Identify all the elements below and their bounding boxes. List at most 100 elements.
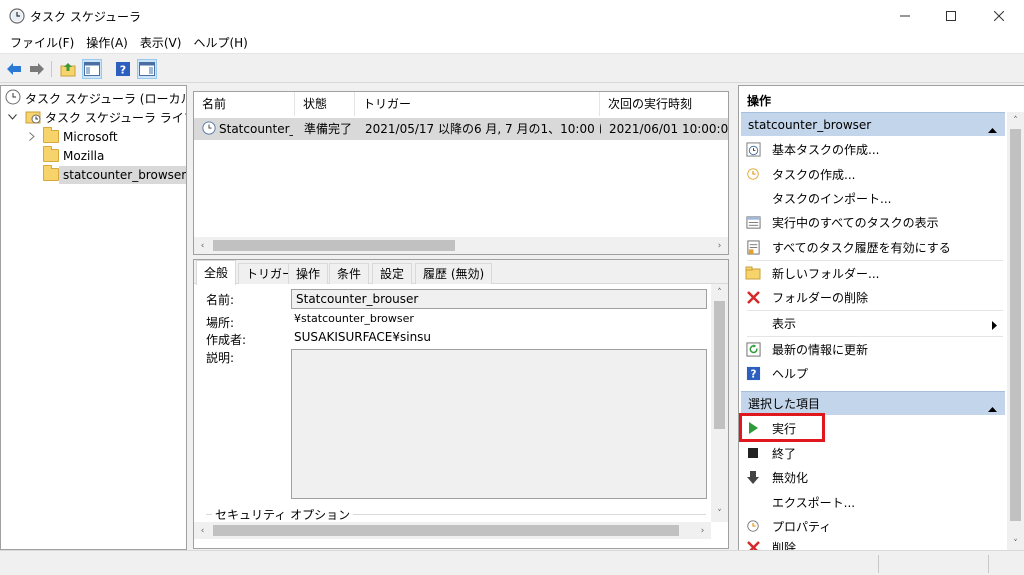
action-export[interactable]: エクスポート... [745,490,1003,514]
action-label: 終了 [772,446,797,461]
scroll-left-arrow[interactable]: ‹ [194,237,211,254]
actions-pane: 操作 statcounter_browser 基本タスクの作成... タスクの作… [738,85,1024,552]
folder-icon [43,165,59,181]
collapse-icon[interactable] [988,401,997,415]
location-value: ¥statcounter_browser [294,312,414,325]
tab-general[interactable]: 全般 [196,260,237,285]
console-tree: タスク スケジューラ (ローカル) タスク スケジューラ ライブラリ Micro… [0,85,187,550]
section-header-statcounter-browser[interactable]: statcounter_browser [741,112,1005,136]
action-delete-folder[interactable]: フォルダーの削除 [745,285,1003,309]
action-label: 基本タスクの作成... [772,142,880,157]
name-field[interactable]: Statcounter_brouser [291,289,707,309]
delete-x-icon [745,289,761,305]
action-disable[interactable]: 無効化 [745,465,1003,489]
vertical-scrollbar[interactable]: ˄ ˅ [1007,112,1024,552]
menu-file[interactable]: ファイル(F) [4,32,80,54]
action-label: すべてのタスク履歴を有効にする [772,240,951,255]
submenu-arrow-icon [992,319,997,333]
cell-next-run: 2021/06/01 10:00:00 [609,122,728,136]
action-new-folder[interactable]: 新しいフォルダー... [745,261,1003,285]
menu-view[interactable]: 表示(V) [134,32,188,54]
library-folder-icon [25,108,41,127]
action-display-running-tasks[interactable]: 実行中のすべてのタスクの表示 [745,210,1003,234]
help-button[interactable]: ? [113,59,133,79]
tree-item-root[interactable]: タスク スケジューラ (ローカル) [5,89,187,108]
horizontal-scrollbar[interactable]: ‹ › [194,237,728,254]
location-label: 場所: [206,316,235,330]
scroll-thumb[interactable] [213,525,679,536]
vertical-scrollbar[interactable]: ˄ ˅ [711,284,728,522]
section-title: statcounter_browser [748,117,872,132]
scroll-left-arrow[interactable]: ‹ [194,522,211,539]
action-properties[interactable]: プロパティ [745,514,1003,538]
show-hide-action-pane-button[interactable] [137,59,157,79]
minimize-button[interactable] [882,0,928,32]
action-end[interactable]: 終了 [745,441,1003,465]
action-import-task[interactable]: タスクのインポート... [745,186,1003,210]
svg-text:?: ? [120,64,126,77]
collapse-icon[interactable] [988,122,997,136]
forward-button[interactable] [27,59,47,79]
scroll-right-arrow[interactable]: › [694,522,711,539]
action-label: 無効化 [772,470,809,485]
actions-header: 操作 [747,94,772,108]
column-header-trigger[interactable]: トリガー [355,92,600,116]
tree-item-statcounter-browser[interactable]: statcounter_browser [43,165,186,184]
author-label: 作成者: [206,333,247,347]
running-tasks-icon [745,214,761,230]
status-divider [988,555,989,573]
action-help[interactable]: ? ヘルプ [745,361,1003,385]
action-refresh[interactable]: 最新の情報に更新 [745,337,1003,361]
menu-help[interactable]: ヘルプ(H) [187,32,253,54]
up-folder-button[interactable] [58,59,78,79]
tree-item-root-label: タスク スケジューラ (ローカル) [25,91,187,106]
task-list: 名前 状態 トリガー 次回の実行時刻 Statcounter_... 準備完了 … [193,91,729,255]
tree-item-microsoft-label: Microsoft [63,129,118,144]
tree-item-microsoft[interactable]: Microsoft [29,127,122,146]
tab-actions[interactable]: 操作 [288,263,329,284]
maximize-button[interactable] [928,0,974,32]
chevron-right-icon[interactable] [29,130,43,144]
section-title: 選択した項目 [748,397,821,411]
status-bar [0,550,1024,575]
scroll-right-arrow[interactable]: › [711,237,728,254]
action-label: フォルダーの削除 [772,290,869,305]
action-create-basic-task[interactable]: 基本タスクの作成... [745,137,1003,161]
tab-history[interactable]: 履歴 (無効) [415,263,493,284]
action-create-task[interactable]: タスクの作成... [745,162,1003,186]
tree-item-mozilla[interactable]: Mozilla [43,146,108,165]
tree-item-library[interactable]: タスク スケジューラ ライブラリ [8,108,186,127]
chevron-down-icon[interactable] [8,113,20,123]
column-header-name[interactable]: 名前 [194,92,295,116]
table-row[interactable]: Statcounter_... 準備完了 2021/05/17 以降の6 月, … [194,118,728,140]
scroll-up-arrow[interactable]: ˄ [1007,112,1024,129]
author-value: SUSAKISURFACE¥sinsu [294,330,432,344]
menu-action[interactable]: 操作(A) [80,32,134,54]
scroll-thumb[interactable] [213,240,455,251]
task-create-icon [745,166,761,182]
action-enable-all-tasks-history[interactable]: すべてのタスク履歴を有効にする [745,235,1003,259]
action-view-menu[interactable]: 表示 [745,311,1003,335]
scroll-thumb[interactable] [1010,129,1021,521]
clock-icon [5,89,21,108]
horizontal-scrollbar[interactable]: ‹ › [194,522,711,539]
toolbar-separator [51,61,52,77]
scroll-thumb[interactable] [714,301,725,429]
back-button[interactable] [4,59,24,79]
scroll-down-arrow[interactable]: ˅ [711,505,728,522]
tab-settings[interactable]: 設定 [372,263,413,284]
scroll-up-arrow[interactable]: ˄ [711,284,728,301]
section-header-selected-item[interactable]: 選択した項目 [741,391,1005,415]
new-folder-icon [745,265,761,281]
description-field[interactable] [291,349,707,499]
cell-trigger: 2021/05/17 以降の6 月, 7 月の1、10:00 に起動 [365,122,601,136]
column-header-status[interactable]: 状態 [295,92,355,116]
folder-icon [43,127,59,143]
show-hide-console-tree-button[interactable] [82,59,102,79]
help-icon: ? [745,365,761,381]
tab-conditions[interactable]: 条件 [329,263,370,284]
properties-icon [745,518,761,534]
column-header-next-run[interactable]: 次回の実行時刻 [600,92,728,116]
refresh-icon [745,341,761,357]
close-button[interactable] [976,0,1022,32]
